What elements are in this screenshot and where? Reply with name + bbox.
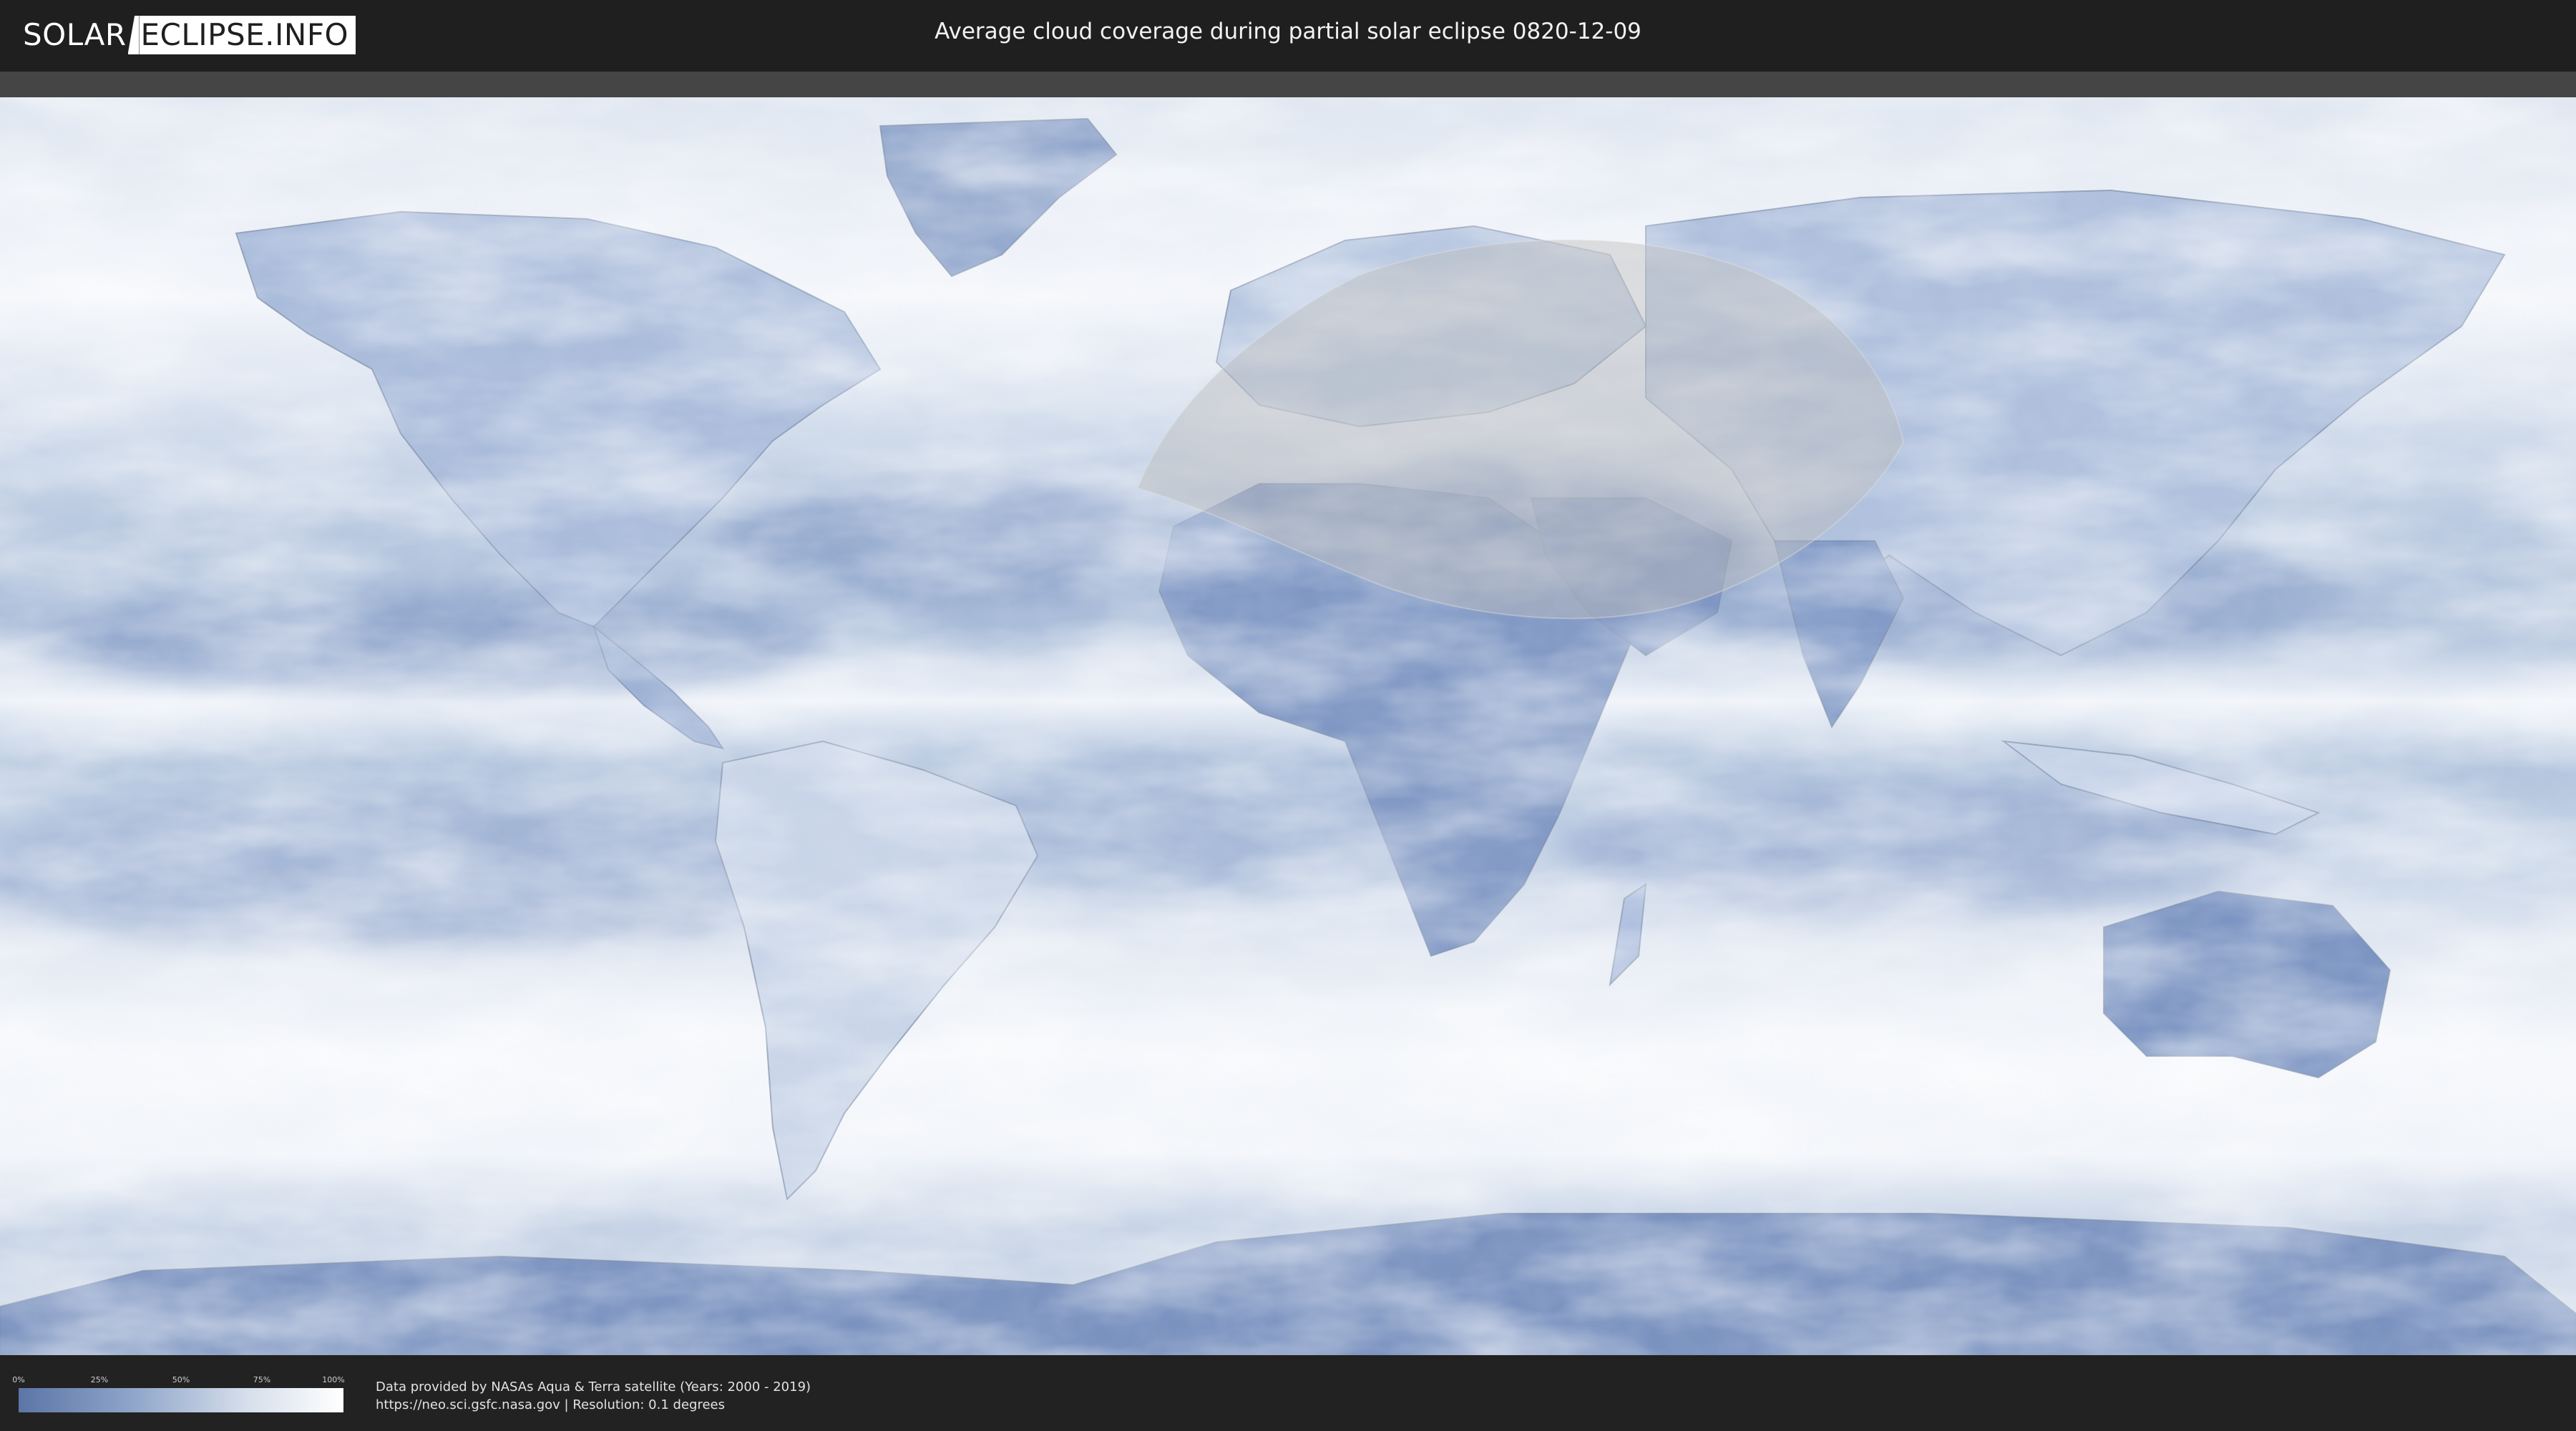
- legend-tick-50: 50%: [172, 1375, 190, 1384]
- legend-tick-0: 0%: [12, 1375, 25, 1384]
- page: SOLAR ECLIPSE.INFO Average cloud coverag…: [0, 0, 2576, 1431]
- legend-tick-100: 100%: [322, 1375, 345, 1384]
- data-credits: Data provided by NASAs Aqua & Terra sate…: [376, 1378, 811, 1414]
- credits-source: Data provided by NASAs Aqua & Terra sate…: [376, 1379, 811, 1395]
- map-top-strip: [0, 72, 2576, 97]
- page-title: Average cloud coverage during partial so…: [935, 19, 1641, 44]
- credits-url-resolution[interactable]: https://neo.sci.gsfc.nasa.gov | Resoluti…: [376, 1396, 811, 1414]
- cloud-fine-texture: [0, 97, 2576, 1355]
- cloud-coverage-legend: 0% 25% 50% 75% 100%: [12, 1375, 345, 1414]
- world-cloud-map[interactable]: [0, 97, 2576, 1355]
- header-bar: SOLAR ECLIPSE.INFO Average cloud coverag…: [0, 0, 2576, 72]
- legend-tick-25: 25%: [90, 1375, 109, 1384]
- legend-tick-75: 75%: [253, 1375, 271, 1384]
- legend-color-bar: [19, 1388, 343, 1412]
